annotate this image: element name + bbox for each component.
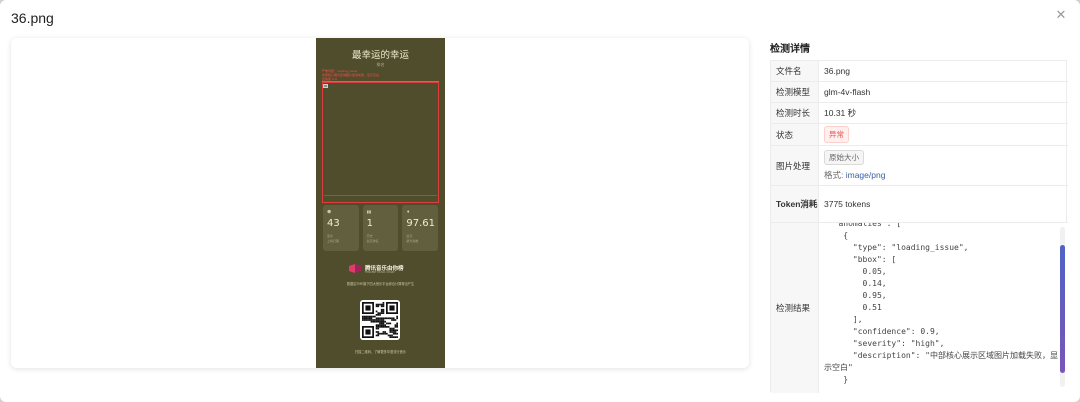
preview-image: 最幸运的幸运 排名 严重问题：loading_issue 中部核心展示区域图片加…: [316, 38, 445, 368]
qr-code-icon: [362, 302, 398, 338]
flame-icon: ♦: [406, 209, 410, 214]
poster-subtitle: 排名: [376, 62, 385, 67]
row-token: Token消耗 3775 tokens: [771, 186, 1068, 223]
image-detail-modal: 36.png ✕ 最幸运的幸运 排名 严重问题：loading_issue 中部…: [0, 0, 1080, 402]
result-json-text: "anomalies": [ { "type": "loading_issue"…: [824, 223, 1058, 384]
stat-label: 最高排名: [366, 239, 379, 243]
row-label: Token消耗: [771, 186, 819, 222]
stat-value: 43: [327, 218, 340, 229]
row-status: 状态 异常: [771, 124, 1068, 146]
row-label: 检测结果: [771, 223, 819, 393]
filename-value: 36.png: [824, 66, 850, 76]
user-icon: ☻: [327, 209, 332, 214]
stats-row: ☻ 43 首次 上榜日期 ▮▮ 1 历史 最高排名 ♦ 97.61 最高 飙升指…: [323, 205, 439, 251]
model-value: glm-4v-flash: [824, 87, 871, 97]
scrollbar-thumb[interactable]: [1060, 245, 1065, 373]
stat-card: ♦ 97.61 最高 飙升指数: [402, 205, 439, 251]
logo-subtext: TENCENT MUSIC CHART: [365, 271, 395, 274]
result-json-viewer[interactable]: "anomalies": [ { "type": "loading_issue"…: [819, 223, 1068, 393]
qr-caption: 扫描二维码，了解更多华语流行音乐: [355, 350, 406, 354]
row-model: 检测模型 glm-4v-flash: [771, 82, 1068, 103]
status-badge: 异常: [824, 126, 849, 143]
row-filename: 文件名 36.png: [771, 61, 1068, 82]
row-image-processing: 图片处理 原始大小 格式: image/png: [771, 146, 1068, 186]
row-label: 文件名: [771, 61, 819, 81]
row-label: 状态: [771, 124, 819, 145]
anomaly-label: 严重问题：loading_issue 中部核心展示区域图片加载失败，显示空白 置…: [322, 69, 380, 81]
duration-value: 10.31 秒: [824, 108, 857, 118]
poster-title: 最幸运的幸运: [351, 50, 409, 61]
size-tag: 原始大小: [824, 150, 864, 165]
row-duration: 检测时长 10.31 秒: [771, 103, 1068, 124]
token-value: 3775 tokens: [824, 199, 871, 209]
row-label: 检测时长: [771, 103, 819, 123]
image-preview-panel: 最幸运的幸运 排名 严重问题：loading_issue 中部核心展示区域图片加…: [11, 38, 749, 368]
format-value: image/png: [845, 170, 886, 180]
stat-label: 首次: [327, 234, 334, 238]
stat-value: 1: [366, 218, 374, 229]
stat-label: 上榜日期: [327, 239, 340, 243]
row-label: 图片处理: [771, 146, 819, 185]
details-heading: 检测详情: [770, 44, 810, 55]
stat-card: ▮▮ 1 历史 最高排名: [362, 205, 399, 251]
anomaly-bounding-box: [322, 82, 439, 203]
stat-label: 最高: [406, 234, 413, 238]
tme-logo-icon: [349, 264, 361, 273]
format-line: 格式: image/png: [824, 170, 886, 180]
stat-card: ☻ 43 首次 上榜日期: [323, 205, 359, 251]
divider: [324, 195, 437, 196]
close-icon[interactable]: ✕: [1054, 8, 1068, 22]
stat-label: 飙升指数: [406, 239, 419, 243]
details-table: 文件名 36.png 检测模型 glm-4v-flash 检测时长 10.31 …: [770, 60, 1068, 393]
row-result: 检测结果 "anomalies": [ { "type": "loading_i…: [771, 223, 1068, 393]
modal-title: 36.png: [11, 10, 54, 26]
stat-value: 97.61: [406, 218, 435, 229]
stat-label: 历史: [366, 234, 373, 238]
qr-code: [360, 300, 400, 340]
row-label: 检测模型: [771, 82, 819, 102]
poster-caption: 数据由TME旗下四大音乐平台综合计算得出产生: [346, 282, 415, 286]
bar-chart-icon: ▮▮: [366, 209, 372, 214]
